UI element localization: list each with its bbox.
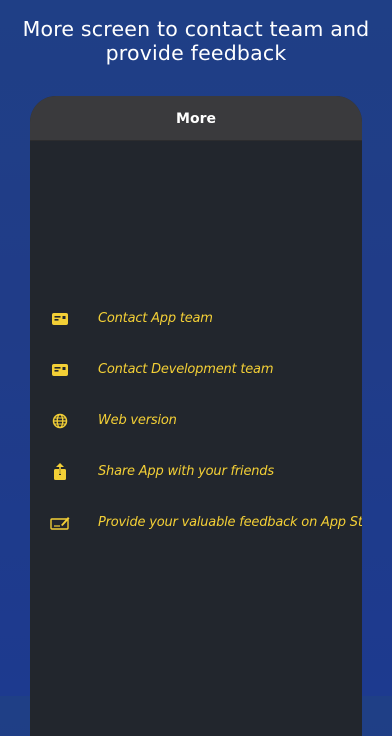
menu-item-contact-app-team[interactable]: Contact App team: [30, 299, 362, 339]
menu-item-label: Contact App team: [98, 311, 213, 326]
menu-item-label: Provide your valuable feedback on App St…: [98, 515, 362, 530]
menu-item-web-version[interactable]: Web version: [30, 401, 362, 441]
nav-title: More: [176, 111, 216, 127]
phone-screen: More Contact App team Contact Developmen…: [30, 96, 362, 736]
promo-headline-line-2: provide feedback: [105, 41, 287, 65]
menu-item-share-app[interactable]: Share App with your friends: [30, 452, 362, 492]
menu-item-label: Web version: [98, 413, 177, 428]
contact-card-icon: [49, 360, 71, 380]
menu-item-contact-development-team[interactable]: Contact Development team: [30, 350, 362, 390]
promo-headline: More screen to contact team and provide …: [0, 17, 392, 65]
feedback-sign-icon: [49, 513, 71, 533]
menu-item-label: Share App with your friends: [98, 464, 274, 479]
share-icon: [49, 462, 71, 482]
menu-item-label: Contact Development team: [98, 362, 274, 377]
navigation-bar: More: [30, 96, 362, 141]
contact-card-icon: [49, 309, 71, 329]
menu-item-app-store-feedback[interactable]: Provide your valuable feedback on App St…: [30, 503, 362, 543]
promo-headline-line-1: More screen to contact team and: [22, 17, 370, 41]
globe-icon: [49, 411, 71, 431]
